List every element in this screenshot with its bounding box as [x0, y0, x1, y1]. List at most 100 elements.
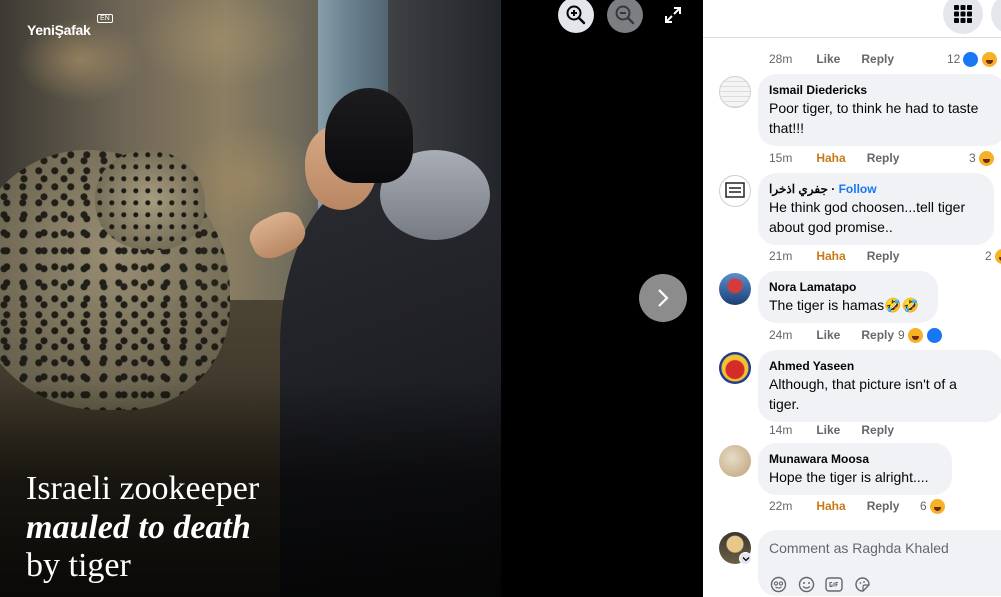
- comment-input-placeholder: Comment as Raghda Khaled: [769, 540, 949, 556]
- avatar-sticker-button[interactable]: [768, 574, 788, 594]
- commenter-name[interactable]: Nora Lamatapo: [769, 279, 926, 295]
- comments-panel: 28m Like Reply 12 Ismail Diedericks Poor…: [703, 0, 1001, 597]
- panel-topbar: [703, 0, 1001, 38]
- comment-bubble: Nora Lamatapo The tiger is hamas🤣🤣: [758, 271, 938, 323]
- reaction-count: 12: [947, 52, 961, 66]
- chevron-down-icon: [742, 556, 749, 561]
- photo-headline: Israeli zookeeper mauled to death by tig…: [26, 470, 259, 586]
- composer-toolbar: [768, 574, 872, 594]
- headline-line-3: by tiger: [26, 547, 131, 584]
- comment-time[interactable]: 24m: [769, 328, 792, 342]
- reaction-summary[interactable]: 9: [898, 326, 943, 344]
- comment-meta: 21m Haha Reply: [769, 248, 920, 264]
- comment-reply-button[interactable]: Reply: [861, 328, 894, 342]
- reaction-summary[interactable]: 3: [969, 149, 995, 167]
- comment-meta: 28m Like Reply: [769, 51, 915, 67]
- commenter-name[interactable]: جفري اذخرا: [769, 182, 828, 196]
- brand-edition: EN: [97, 14, 113, 23]
- zoom-in-button[interactable]: [558, 0, 594, 33]
- comment-reply-button[interactable]: Reply: [861, 52, 894, 66]
- grid-menu-icon: [954, 5, 972, 23]
- gif-button[interactable]: [824, 574, 844, 594]
- comment-like-action[interactable]: Like: [816, 328, 840, 342]
- comment-reply-button[interactable]: Reply: [867, 249, 900, 263]
- follow-button[interactable]: Follow: [839, 182, 877, 196]
- comment-bubble: Ahmed Yaseen Although, that picture isn'…: [758, 350, 1001, 422]
- comment-input[interactable]: Comment as Raghda Khaled: [758, 530, 1001, 596]
- avatar-sticker-icon: [770, 576, 786, 592]
- avatar[interactable]: [719, 352, 751, 384]
- menu-button[interactable]: [943, 0, 983, 34]
- zoom-in-icon: [566, 5, 586, 25]
- headline-line-1: Israeli zookeeper: [26, 470, 260, 507]
- zoom-out-button[interactable]: [607, 0, 643, 33]
- comment-composer: Comment as Raghda Khaled: [703, 522, 1001, 597]
- comment-time[interactable]: 28m: [769, 52, 792, 66]
- sticker-icon: [854, 576, 870, 592]
- sticker-button[interactable]: [852, 574, 872, 594]
- profile-switcher[interactable]: [739, 552, 752, 565]
- reaction-summary[interactable]: 2: [985, 247, 1001, 265]
- account-button[interactable]: [991, 0, 1001, 34]
- avatar[interactable]: [719, 76, 751, 108]
- photo-viewer: YeniŞafak EN Israeli zookeeper mauled to…: [0, 0, 703, 597]
- photo-person-hat: [325, 88, 413, 183]
- comment-time[interactable]: 14m: [769, 423, 792, 437]
- comment-time[interactable]: 21m: [769, 249, 792, 263]
- comment-bubble: Ismail Diedericks Poor tiger, to think h…: [758, 74, 1001, 146]
- haha-reaction-icon: [981, 50, 999, 68]
- like-reaction-icon: [925, 326, 943, 344]
- comment-text: The tiger is hamas🤣🤣: [769, 297, 920, 313]
- comment-meta: 22m Haha Reply: [769, 498, 920, 514]
- emoji-icon: [798, 576, 814, 592]
- comment-meta: 14m Like Reply: [769, 422, 915, 438]
- reaction-count: 6: [920, 499, 927, 513]
- reaction-count: 2: [985, 249, 992, 263]
- comment-reply-button[interactable]: Reply: [867, 151, 900, 165]
- avatar-emblem-icon: [725, 182, 745, 198]
- comment-text: Hope the tiger is alright....: [769, 469, 929, 485]
- haha-reaction-icon: [977, 149, 995, 167]
- fullscreen-button[interactable]: [655, 0, 691, 33]
- avatar[interactable]: [719, 175, 751, 207]
- comment-reply-button[interactable]: Reply: [861, 423, 894, 437]
- avatar[interactable]: [719, 273, 751, 305]
- haha-reaction-icon: [928, 497, 946, 515]
- comment-haha-action[interactable]: Haha: [816, 249, 845, 263]
- comment-like-action[interactable]: Like: [816, 52, 840, 66]
- headline-line-2: mauled to death: [26, 508, 251, 546]
- comment-like-action[interactable]: Like: [816, 423, 840, 437]
- haha-reaction-icon: [906, 326, 924, 344]
- commenter-name[interactable]: Ismail Diedericks: [769, 82, 994, 98]
- comment-haha-action[interactable]: Haha: [816, 499, 845, 513]
- commenter-header: جفري اذخرا · Follow: [769, 181, 982, 197]
- comment-meta: 15m Haha Reply: [769, 150, 920, 166]
- expand-icon: [665, 7, 681, 23]
- comment-bubble: جفري اذخرا · Follow He think god choosen…: [758, 173, 994, 245]
- comment-bubble: Munawara Moosa Hope the tiger is alright…: [758, 443, 952, 495]
- haha-reaction-icon: [993, 247, 1001, 265]
- comment-text: He think god choosen...tell tiger about …: [769, 199, 966, 235]
- comment-time[interactable]: 22m: [769, 499, 792, 513]
- photo-leopard-head: [95, 150, 205, 250]
- comment-haha-action[interactable]: Haha: [816, 151, 845, 165]
- gif-icon: [825, 576, 843, 592]
- reaction-count: 3: [969, 151, 976, 165]
- comment-meta: 24m Like Reply: [769, 327, 915, 343]
- comment-time[interactable]: 15m: [769, 151, 792, 165]
- commenter-name[interactable]: Ahmed Yaseen: [769, 358, 991, 374]
- comment-text: Although, that picture isn't of a tiger.: [769, 376, 957, 412]
- post-photo[interactable]: YeniŞafak EN Israeli zookeeper mauled to…: [0, 0, 501, 597]
- reaction-summary[interactable]: 12: [947, 50, 999, 68]
- comment-text: Poor tiger, to think he had to taste tha…: [769, 100, 979, 136]
- zoom-out-icon: [615, 5, 635, 25]
- comment-reply-button[interactable]: Reply: [867, 499, 900, 513]
- next-photo-button[interactable]: [639, 274, 687, 322]
- chevron-right-icon: [658, 289, 669, 307]
- like-reaction-icon: [962, 50, 980, 68]
- emoji-button[interactable]: [796, 574, 816, 594]
- dot-separator: ·: [831, 182, 839, 196]
- avatar[interactable]: [719, 445, 751, 477]
- commenter-name[interactable]: Munawara Moosa: [769, 451, 940, 467]
- reaction-summary[interactable]: 6: [920, 497, 946, 515]
